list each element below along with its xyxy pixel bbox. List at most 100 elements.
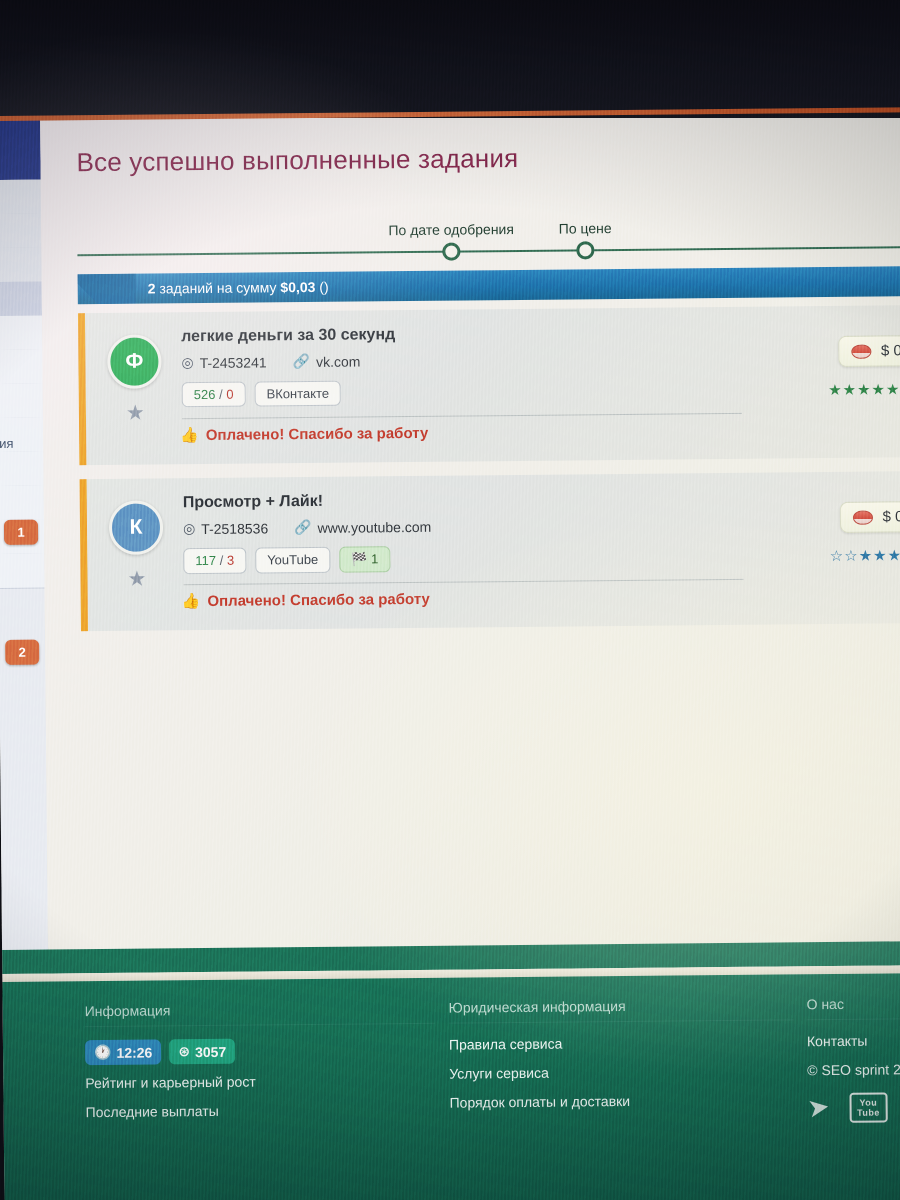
sidebar-badge-1[interactable]: 1	[3, 519, 39, 545]
online-value: 3057	[194, 1043, 227, 1060]
sidebar-row[interactable]	[0, 247, 42, 283]
price-box: $ 0,0200	[837, 334, 900, 367]
footer-heading: О нас	[806, 994, 900, 1021]
rating-row: ☆☆★★★ 🗑	[830, 545, 900, 566]
target-icon: ◎	[181, 354, 194, 371]
sidebar-row[interactable]	[0, 553, 45, 589]
sort-label-price: По цене	[558, 220, 612, 237]
sidebar-row[interactable]	[0, 179, 42, 215]
sidebar-row[interactable]	[0, 383, 43, 419]
youtube-icon[interactable]: You Tube	[849, 1091, 888, 1123]
sidebar-row[interactable]	[0, 349, 43, 385]
clock-chip: 🕐 12:26	[84, 1039, 162, 1066]
network-badge: ВКонтакте	[254, 380, 342, 407]
rating-row: ★★★★★ 🗑	[828, 379, 900, 400]
counter-badge: 117 / 3	[183, 547, 247, 575]
task-id: T-2453241	[199, 353, 267, 371]
sort-knob-price[interactable]	[576, 241, 595, 260]
flag-badge: 🏁 1	[339, 546, 391, 573]
summary-text: заданий на сумму	[159, 279, 277, 297]
rating-stars[interactable]: ☆☆★★★	[830, 546, 900, 565]
summary-banner: 2 заданий на сумму $0,03 ()	[77, 266, 900, 305]
counter-done: 117	[195, 552, 217, 569]
youtube-icon-line2: Tube	[856, 1107, 880, 1118]
youtube-icon-line1: You	[859, 1097, 878, 1108]
footer-social: ➤ You Tube	[805, 1091, 888, 1125]
footer-column-info: Информация 🕐 12:26 ⊛ 3057 Рейтинг и карь…	[84, 999, 436, 1133]
price-box: $ 0,0100	[839, 500, 900, 533]
star-icon[interactable]: ★	[126, 401, 145, 426]
task-site[interactable]: vk.com	[316, 353, 360, 369]
footer-link[interactable]: Последние выплаты	[86, 1101, 436, 1120]
price-value: $ 0,0200	[880, 341, 900, 360]
price-value: $ 0,0100	[882, 507, 900, 526]
thumbs-up-icon: 👍	[180, 427, 199, 445]
sidebar-row[interactable]	[0, 485, 44, 521]
task-card[interactable]: К ★ Просмотр + Лайк! ◎ T-2518536 🔗 www.y…	[79, 471, 900, 632]
summary-suffix: ()	[319, 278, 329, 295]
link-icon: 🔗	[292, 352, 311, 370]
task-badges: 526 / 0 ВКонтакте	[181, 380, 342, 408]
task-meta: ◎ T-2453241 🔗 vk.com	[181, 352, 360, 371]
task-title[interactable]: Просмотр + Лайк!	[183, 493, 323, 512]
task-id: T-2518536	[201, 519, 269, 537]
card-divider	[183, 578, 744, 586]
sort-label-date: По дате одобрения	[388, 221, 514, 239]
avatar[interactable]: К	[108, 500, 164, 555]
sidebar-row[interactable]	[0, 451, 44, 487]
footer-link[interactable]: Правила сервиса	[449, 1033, 794, 1053]
footer-link[interactable]: Порядок оплаты и доставки	[449, 1091, 794, 1111]
counter-failed: 0	[226, 386, 234, 402]
footer-link[interactable]: Рейтинг и карьерный рост	[85, 1072, 435, 1092]
avatar[interactable]: Ф	[107, 334, 162, 389]
counter-done: 526	[193, 386, 216, 403]
checkered-flag-icon: 🏁	[351, 551, 368, 567]
clock-icon: 🕐	[93, 1043, 112, 1061]
task-meta: ◎ T-2518536 🔗 www.youtube.com	[183, 518, 431, 537]
footer-column-about: О нас Контакты © SEO sprint 2	[806, 994, 900, 1091]
telegram-icon[interactable]: ➤	[805, 1091, 831, 1125]
star-icon[interactable]: ★	[127, 567, 146, 592]
task-card[interactable]: Ф ★ легкие деньги за 30 секунд ◎ T-24532…	[77, 305, 900, 466]
sort-knob-date[interactable]	[442, 242, 461, 261]
task-status-text: Оплачено! Спасибо за работу	[207, 590, 430, 610]
clock-value: 12:26	[116, 1044, 153, 1061]
thumbs-up-icon: 👍	[181, 593, 201, 611]
footer-heading: Информация	[84, 999, 435, 1028]
main-content: Все успешно выполненные задания По дате …	[39, 101, 900, 950]
footer-heading: Юридическая информация	[448, 996, 794, 1024]
footer-chips: 🕐 12:26 ⊛ 3057	[84, 1037, 435, 1066]
sidebar-row-active[interactable]	[0, 281, 42, 317]
footer-column-legal: Юридическая информация Правила сервиса У…	[448, 996, 795, 1123]
rating-stars[interactable]: ★★★★★	[828, 380, 900, 399]
footer-link[interactable]: Услуги сервиса	[449, 1062, 794, 1082]
task-site[interactable]: www.youtube.com	[318, 518, 432, 535]
task-status: 👍 Оплачено! Спасибо за работу	[180, 424, 428, 444]
task-badges: 117 / 3 YouTube 🏁 1	[183, 546, 391, 575]
screen-surface: ия 1 2 Все успешно выполненные задания П…	[0, 101, 900, 1200]
page-title: Все успешно выполненные задания	[76, 142, 519, 178]
footer-link[interactable]: Контакты	[807, 1032, 900, 1050]
summary-count: 2	[147, 280, 156, 297]
counter-badge: 526 / 0	[181, 381, 246, 408]
link-icon: 🔗	[294, 518, 312, 536]
banner-chevron	[78, 274, 136, 305]
globe-icon: ⊛	[178, 1043, 191, 1060]
card-divider	[181, 412, 742, 420]
coin-icon	[850, 344, 872, 359]
task-status: 👍 Оплачено! Спасибо за работу	[182, 590, 430, 610]
sidebar-badge-2[interactable]: 2	[5, 639, 40, 665]
monitor-bezel	[0, 0, 900, 118]
sort-track	[77, 246, 900, 257]
sidebar-row[interactable]	[0, 213, 42, 249]
site-footer: Информация 🕐 12:26 ⊛ 3057 Рейтинг и карь…	[2, 973, 900, 1200]
summary-amount: $0,03	[280, 278, 316, 296]
target-icon: ◎	[182, 520, 196, 537]
counter-failed: 3	[226, 552, 235, 568]
footer-copyright: © SEO sprint 2	[807, 1061, 900, 1079]
flag-badge-count: 1	[370, 551, 379, 567]
task-title[interactable]: легкие деньги за 30 секунд	[181, 326, 395, 346]
sort-control: По дате одобрения По цене	[77, 220, 900, 271]
sidebar-row[interactable]	[0, 315, 43, 351]
task-status-text: Оплачено! Спасибо за работу	[205, 424, 429, 444]
